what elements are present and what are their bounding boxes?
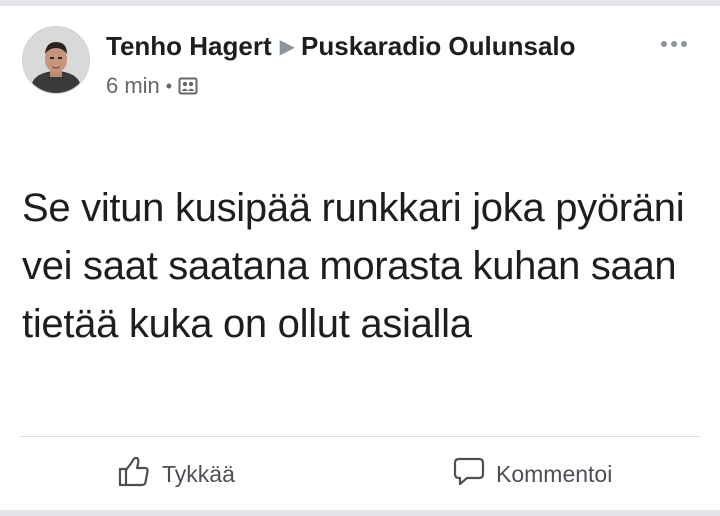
comment-label: Kommentoi [496, 460, 613, 487]
meta-separator: • [165, 76, 173, 96]
like-button[interactable]: Tykkää [116, 454, 235, 494]
author-group-line: Tenho Hagert ▶ Puskaradio Oulunsalo [106, 28, 626, 66]
group-audience-icon [178, 76, 198, 96]
author-avatar[interactable] [22, 26, 90, 94]
more-options-button[interactable] [654, 32, 694, 56]
post-header: Tenho Hagert ▶ Puskaradio Oulunsalo 6 min … [106, 28, 626, 100]
post-timestamp[interactable]: 6 min [106, 72, 160, 100]
like-label: Tykkää [162, 460, 235, 487]
comment-button[interactable]: Kommentoi [452, 454, 612, 494]
more-dot [681, 41, 687, 47]
author-name[interactable]: Tenho Hagert [106, 31, 272, 61]
actions-divider [20, 436, 700, 437]
post-card: Tenho Hagert ▶ Puskaradio Oulunsalo 6 min … [0, 6, 720, 510]
more-dots-icon [661, 41, 667, 47]
comment-bubble-icon [452, 454, 486, 494]
more-dot [671, 41, 677, 47]
bottom-separator-strip [0, 510, 720, 516]
group-name[interactable]: Puskaradio Oulunsalo [301, 31, 576, 61]
thumbs-up-icon [116, 453, 152, 495]
arrow-right-icon: ▶ [279, 36, 296, 58]
post-meta: 6 min • [106, 72, 626, 100]
post-body-text: Se vitun kusipää runkkari joka pyöräni v… [22, 186, 685, 346]
